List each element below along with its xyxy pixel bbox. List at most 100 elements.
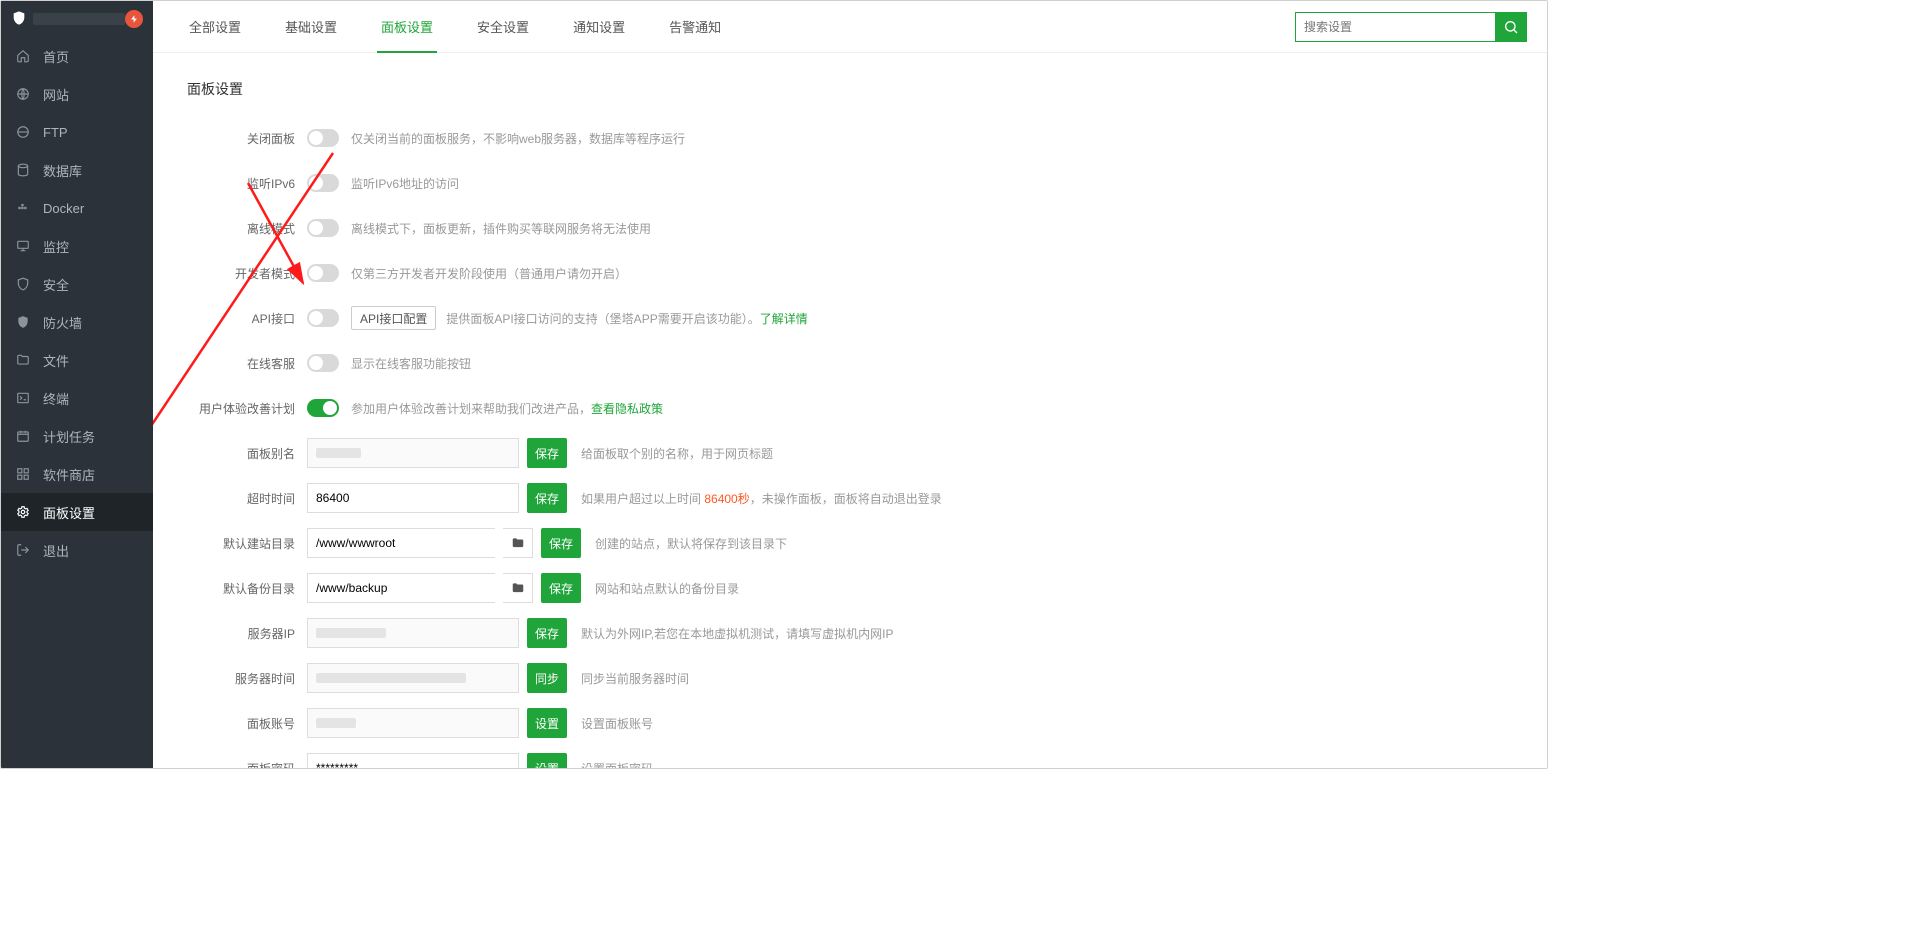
logo-row [1,1,153,37]
content: 面板设置 关闭面板 仅关闭当前的面板服务，不影响web服务器，数据库等程序运行 … [153,53,1547,768]
row-label: 超时时间 [187,490,307,507]
folder-icon [511,581,525,595]
row-desc: 显示在线客服功能按钮 [351,355,471,372]
api-link[interactable]: 了解详情 [760,312,808,326]
sidebar-item-docker[interactable]: Docker [1,189,153,227]
sidebar-item-label: Docker [43,201,84,216]
ftp-icon [15,124,31,140]
panelpwd-input[interactable] [307,753,519,768]
row-label: 面板别名 [187,445,307,462]
docker-icon [15,200,31,216]
servertime-sync-button[interactable]: 同步 [527,663,567,693]
row-desc: 同步当前服务器时间 [581,670,689,687]
search-input[interactable] [1295,12,1495,42]
toggle-dev[interactable] [307,264,339,282]
sidebar-item-label: 网站 [43,85,69,104]
backupdir-save-button[interactable]: 保存 [541,573,581,603]
tab-panel[interactable]: 面板设置 [365,1,449,53]
grid-icon [15,466,31,482]
alias-input[interactable] [307,438,519,468]
tab-basic[interactable]: 基础设置 [269,1,353,53]
timeout-input[interactable] [307,483,519,513]
tab-alert[interactable]: 告警通知 [653,1,737,53]
sitedir-browse-button[interactable] [503,528,533,558]
sitedir-save-button[interactable]: 保存 [541,528,581,558]
row-desc: 给面板取个别的名称，用于网页标题 [581,445,773,462]
toggle-cs[interactable] [307,354,339,372]
row-label: 面板密码 [187,760,307,769]
sidebar-item-label: 退出 [43,541,69,560]
sidebar-item-label: 监控 [43,237,69,256]
terminal-icon [15,390,31,406]
sidebar-item-database[interactable]: 数据库 [1,151,153,189]
sidebar-item-store[interactable]: 软件商店 [1,455,153,493]
serverip-save-button[interactable]: 保存 [527,618,567,648]
row-desc: 仅关闭当前的面板服务，不影响web服务器，数据库等程序运行 [351,130,685,147]
toggle-api[interactable] [307,309,339,327]
sidebar-item-monitor[interactable]: 监控 [1,227,153,265]
sidebar-item-label: 数据库 [43,161,82,180]
timeout-save-button[interactable]: 保存 [527,483,567,513]
toggle-ipv6[interactable] [307,174,339,192]
main: 全部设置 基础设置 面板设置 安全设置 通知设置 告警通知 面板设置 关闭面板 … [153,1,1547,768]
home-icon [15,48,31,64]
sidebar-item-terminal[interactable]: 终端 [1,379,153,417]
panelpwd-set-button[interactable]: 设置 [527,753,567,768]
row-label: 离线模式 [187,220,307,237]
row-desc: 默认为外网IP,若您在本地虚拟机测试，请填写虚拟机内网IP [581,625,893,642]
sidebar-item-ftp[interactable]: FTP [1,113,153,151]
sidebar-item-home[interactable]: 首页 [1,37,153,75]
row-label: 监听IPv6 [187,175,307,192]
backupdir-browse-button[interactable] [503,573,533,603]
toggle-ux[interactable] [307,399,339,417]
search-button[interactable] [1495,12,1527,42]
database-icon [15,162,31,178]
row-label: 用户体验改善计划 [187,400,307,417]
row-label: 关闭面板 [187,130,307,147]
api-config-button[interactable]: API接口配置 [351,306,436,330]
folder-icon [511,536,525,550]
row-label: 在线客服 [187,355,307,372]
privacy-link[interactable]: 查看隐私政策 [591,402,663,416]
row-label: 开发者模式 [187,265,307,282]
sidebar-item-security[interactable]: 安全 [1,265,153,303]
firewall-icon [15,314,31,330]
sidebar-item-label: 防火墙 [43,313,82,332]
tab-notify[interactable]: 通知设置 [557,1,641,53]
row-desc: 创建的站点，默认将保存到该目录下 [595,535,787,552]
folder-icon [15,352,31,368]
sidebar: 首页 网站 FTP 数据库 Docker 监控 安全 防火墙 文件 终端 计划任… [1,1,153,768]
toggle-close-panel[interactable] [307,129,339,147]
sidebar-item-cron[interactable]: 计划任务 [1,417,153,455]
paneluser-set-button[interactable]: 设置 [527,708,567,738]
sidebar-item-files[interactable]: 文件 [1,341,153,379]
tab-all[interactable]: 全部设置 [173,1,257,53]
sidebar-item-label: 安全 [43,275,69,294]
backupdir-input[interactable] [307,573,495,603]
toggle-offline[interactable] [307,219,339,237]
logo-badge[interactable] [125,10,143,28]
row-desc: 设置面板账号 [581,715,653,732]
section-title: 面板设置 [187,79,1513,99]
sidebar-item-label: 文件 [43,351,69,370]
sidebar-item-site[interactable]: 网站 [1,75,153,113]
sitedir-input[interactable] [307,528,495,558]
sidebar-item-panel-settings[interactable]: 面板设置 [1,493,153,531]
logout-icon [15,542,31,558]
row-desc: 监听IPv6地址的访问 [351,175,459,192]
sidebar-item-label: 首页 [43,47,69,66]
row-label: 默认建站目录 [187,535,307,552]
alias-save-button[interactable]: 保存 [527,438,567,468]
gear-icon [15,504,31,520]
paneluser-input[interactable] [307,708,519,738]
serverip-input[interactable] [307,618,519,648]
sidebar-item-logout[interactable]: 退出 [1,531,153,569]
row-label: 服务器IP [187,625,307,642]
sidebar-item-label: 面板设置 [43,503,95,522]
row-label: 默认备份目录 [187,580,307,597]
row-desc: 网站和站点默认的备份目录 [595,580,739,597]
tab-security[interactable]: 安全设置 [461,1,545,53]
sidebar-item-firewall[interactable]: 防火墙 [1,303,153,341]
monitor-icon [15,238,31,254]
shield-icon [15,276,31,292]
